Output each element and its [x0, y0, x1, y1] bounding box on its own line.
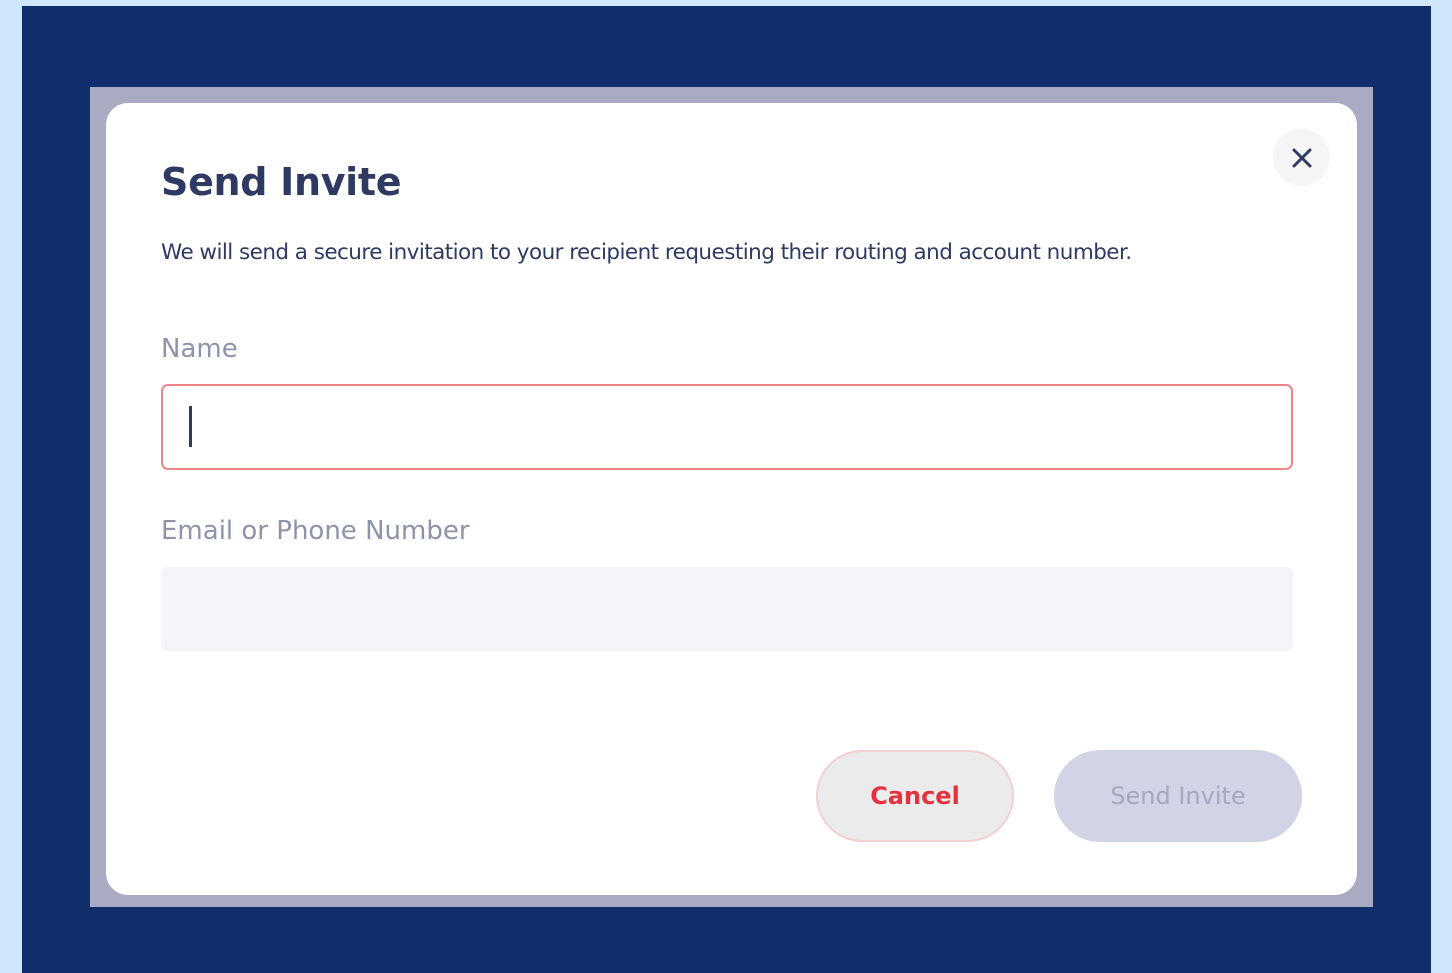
email-or-phone-input[interactable]: [161, 567, 1293, 651]
send-invite-button[interactable]: Send Invite: [1054, 750, 1302, 842]
cancel-button[interactable]: Cancel: [816, 750, 1014, 842]
dialog-description: We will send a secure invitation to your…: [161, 240, 1132, 265]
email-or-phone-label: Email or Phone Number: [161, 516, 470, 546]
dialog-title: Send Invite: [161, 160, 402, 204]
close-button[interactable]: [1273, 129, 1330, 186]
close-icon: [1292, 148, 1311, 167]
name-label: Name: [161, 334, 238, 364]
text-cursor: [189, 406, 192, 447]
name-input[interactable]: [161, 384, 1293, 470]
